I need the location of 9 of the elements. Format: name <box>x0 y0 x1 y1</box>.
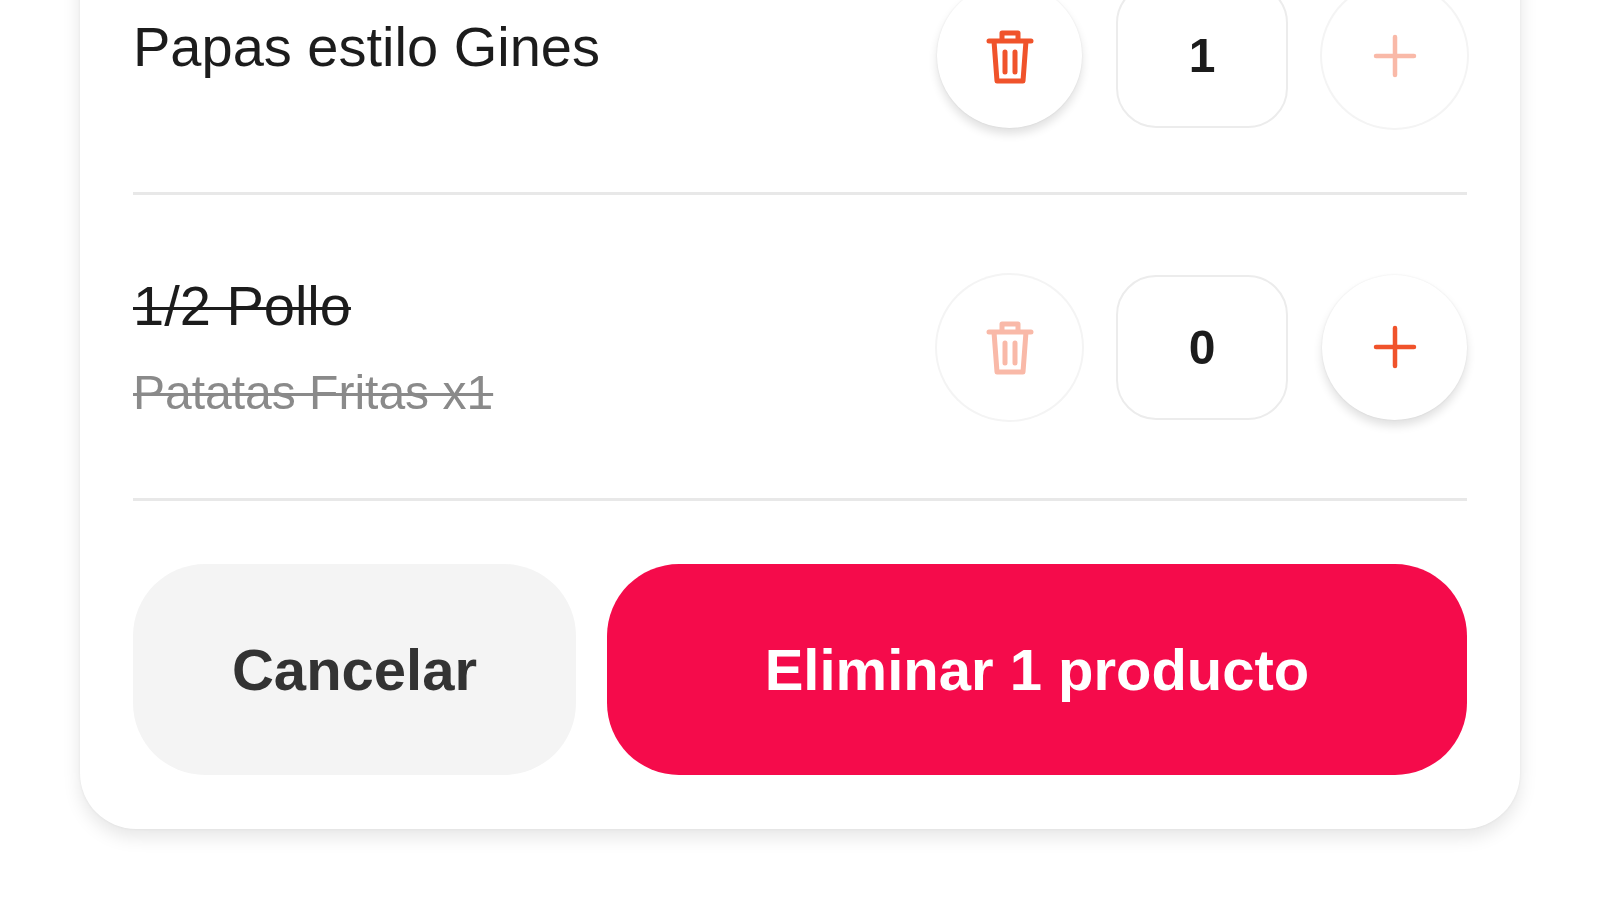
cancel-button[interactable]: Cancelar <box>133 564 576 775</box>
quantity-value: 1 <box>1116 0 1288 128</box>
item-name: Papas estilo Gines <box>133 14 600 80</box>
plus-icon <box>1372 33 1417 78</box>
item-name: 1/2 Pollo <box>133 273 352 339</box>
plus-icon <box>1372 325 1417 369</box>
item-option: Patatas Fritas x1 <box>133 365 494 421</box>
remove-button[interactable]: Eliminar 1 producto <box>607 564 1467 775</box>
quantity-value: 0 <box>1116 274 1288 420</box>
